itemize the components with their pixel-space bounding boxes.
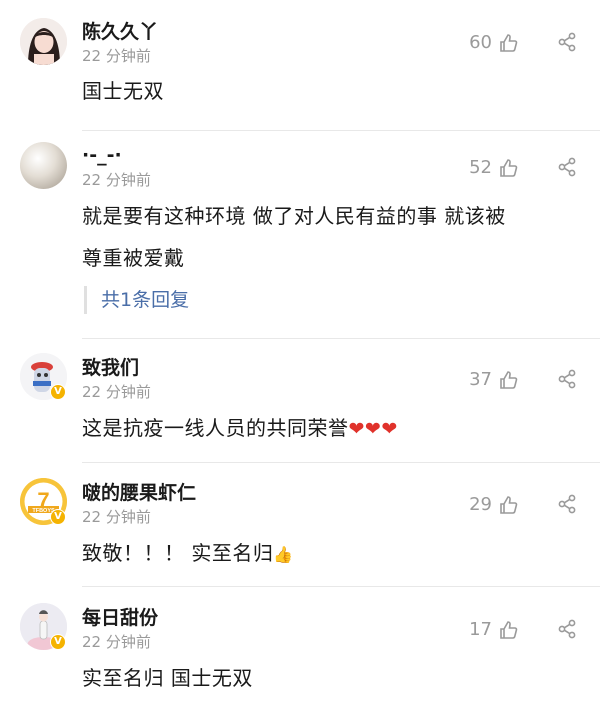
comment-text-line-1: 就是要有这种环境 做了对人民有益的事 就该被 (82, 204, 506, 228)
share-icon[interactable] (556, 156, 578, 178)
avatar-girl-image (20, 18, 67, 65)
like-count: 29 (469, 494, 492, 515)
verified-badge-icon: V (50, 384, 66, 400)
comment-time: 22 分钟前 (82, 383, 151, 401)
comment-text-content: 这是抗疫一线人员的共同荣誉 (82, 416, 349, 440)
share-icon[interactable] (556, 368, 578, 390)
comment-time: 22 分钟前 (82, 171, 151, 189)
comment-text-content: 致敬！！！ 实至名归 (82, 541, 274, 565)
like-button[interactable]: 17 (469, 619, 518, 640)
comment-time: 22 分钟前 (82, 633, 151, 651)
divider (82, 338, 600, 339)
comment-name[interactable]: 啵的腰果虾仁 (82, 480, 196, 506)
comment-item: 陈久久丫 22 分钟前 国士无双 (0, 0, 600, 130)
comment-name[interactable]: ·-_-· (82, 142, 122, 168)
avatar-pearl-image (20, 142, 67, 189)
comment-name[interactable]: 致我们 (82, 355, 139, 381)
comment-name[interactable]: 陈久久丫 (82, 19, 158, 45)
like-count: 52 (469, 157, 492, 178)
view-replies-link[interactable]: 共1条回复 (84, 286, 189, 314)
share-icon[interactable] (556, 493, 578, 515)
like-count: 37 (469, 369, 492, 390)
divider (82, 586, 600, 587)
verified-badge-icon: V (50, 509, 66, 525)
like-button[interactable]: 37 (469, 369, 518, 390)
comment-text: 实至名归 国士无双 (82, 666, 253, 690)
comment-name[interactable]: 每日甜份 (82, 605, 158, 631)
comment-time: 22 分钟前 (82, 47, 151, 65)
comment-text: 国士无双 (82, 79, 164, 103)
thumb-up-icon (500, 33, 518, 52)
like-button[interactable]: 60 (469, 32, 518, 53)
thumb-up-icon (500, 620, 518, 639)
like-count: 60 (469, 32, 492, 53)
comment-text: 致敬！！！ 实至名归👍 (82, 535, 294, 573)
divider (82, 462, 600, 463)
avatar[interactable] (20, 18, 67, 65)
avatar[interactable] (20, 142, 67, 189)
like-count: 17 (469, 619, 492, 640)
divider (82, 130, 600, 131)
thumb-up-icon (500, 495, 518, 514)
thumb-up-icon (500, 158, 518, 177)
thumbs-up-emoji-icon: 👍 (273, 545, 294, 564)
thumb-up-icon (500, 370, 518, 389)
share-icon[interactable] (556, 618, 578, 640)
like-button[interactable]: 52 (469, 157, 518, 178)
verified-badge-icon: V (50, 634, 66, 650)
share-icon[interactable] (556, 31, 578, 53)
like-button[interactable]: 29 (469, 494, 518, 515)
heart-emoji-icon: ❤❤❤ (348, 418, 398, 440)
comment-text-line-2: 尊重被爱戴 (82, 246, 185, 270)
comment-time: 22 分钟前 (82, 508, 151, 526)
comment-text: 这是抗疫一线人员的共同荣誉❤❤❤ (82, 410, 398, 447)
